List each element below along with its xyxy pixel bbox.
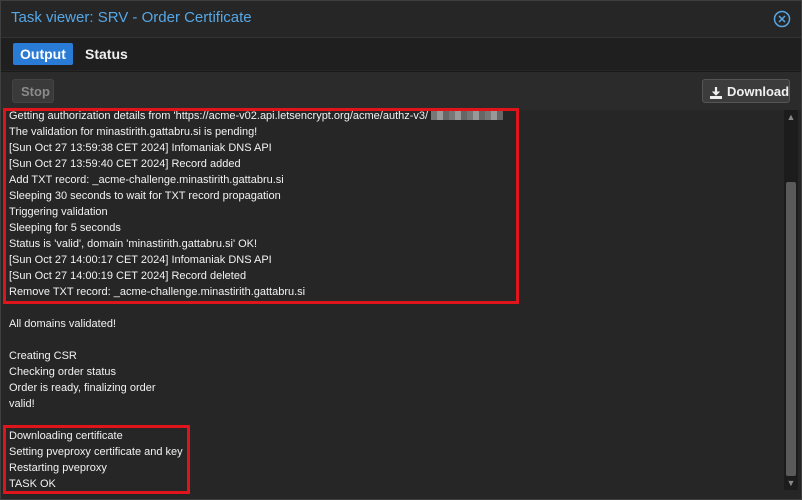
log-line: All domains validated!: [9, 318, 117, 330]
tab-bar: Output Status: [1, 37, 801, 70]
title-bar: Task viewer: SRV - Order Certificate: [1, 1, 801, 37]
log-line: Order is ready, finalizing order: [9, 382, 156, 394]
log-line: valid!: [9, 398, 35, 410]
log-line: Creating CSR: [9, 350, 77, 362]
scrollbar-thumb[interactable]: [786, 182, 796, 476]
scrollbar[interactable]: ▲ ▼: [784, 110, 798, 490]
task-viewer-window: Task viewer: SRV - Order Certificate Out…: [0, 0, 802, 500]
window-title: Task viewer: SRV - Order Certificate: [11, 9, 252, 26]
download-button[interactable]: Download: [702, 79, 790, 103]
highlight-box-validation: [3, 108, 519, 304]
scroll-down-icon[interactable]: ▼: [784, 476, 798, 490]
close-icon[interactable]: [773, 10, 791, 28]
scroll-up-icon[interactable]: ▲: [784, 110, 798, 124]
log-line: Checking order status: [9, 366, 116, 378]
download-icon: [709, 84, 723, 99]
tab-output[interactable]: Output: [13, 43, 73, 65]
highlight-box-certificate: [3, 425, 190, 494]
download-label: Download: [727, 84, 790, 99]
tab-status[interactable]: Status: [78, 43, 135, 65]
stop-button[interactable]: Stop: [12, 79, 54, 103]
toolbar: Stop Download: [1, 71, 801, 111]
